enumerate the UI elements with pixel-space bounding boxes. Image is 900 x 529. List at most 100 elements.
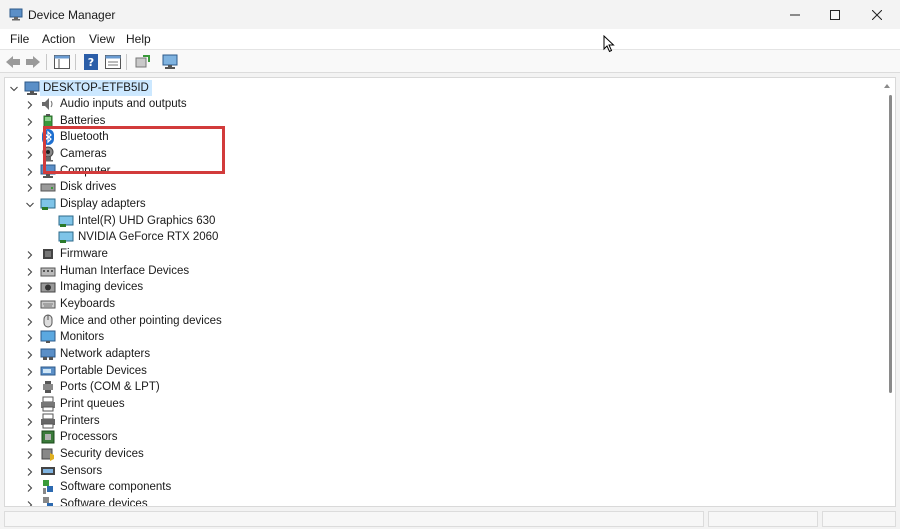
chevron-right-icon[interactable] bbox=[25, 250, 35, 260]
root-computer-icon bbox=[24, 81, 40, 95]
help-button[interactable]: ? bbox=[82, 53, 100, 71]
scan-hardware-icon bbox=[162, 54, 178, 69]
display-adapter-icon bbox=[58, 215, 74, 227]
window-title: Device Manager bbox=[28, 8, 116, 22]
tree-category-20[interactable]: Sensors bbox=[60, 463, 102, 479]
tree-category-13[interactable]: Network adapters bbox=[60, 346, 150, 362]
chevron-right-icon[interactable] bbox=[25, 383, 35, 393]
tree-category-6[interactable]: Display adapters bbox=[60, 196, 146, 212]
chevron-right-icon[interactable] bbox=[25, 117, 35, 127]
tree-device-6-0[interactable]: Intel(R) UHD Graphics 630 bbox=[78, 213, 215, 229]
forward-button[interactable] bbox=[24, 53, 42, 71]
tree-category-22[interactable]: Software devices bbox=[60, 496, 148, 506]
disk-drive-icon bbox=[40, 183, 56, 192]
tree-category-21[interactable]: Software components bbox=[60, 479, 171, 495]
tree-device-6-1[interactable]: NVIDIA GeForce RTX 2060 bbox=[78, 229, 218, 245]
chevron-right-icon[interactable] bbox=[25, 450, 35, 460]
tree-category-14[interactable]: Portable Devices bbox=[60, 363, 147, 379]
portable-device-icon bbox=[40, 366, 56, 376]
forward-arrow-icon bbox=[26, 56, 40, 68]
tree-category-17[interactable]: Printers bbox=[60, 413, 100, 429]
scroll-up-icon[interactable] bbox=[882, 81, 892, 91]
chevron-right-icon[interactable] bbox=[25, 433, 35, 443]
chevron-right-icon[interactable] bbox=[25, 133, 35, 143]
chevron-right-icon[interactable] bbox=[25, 167, 35, 177]
tree-category-0[interactable]: Audio inputs and outputs bbox=[60, 96, 187, 112]
tree-root-label[interactable]: DESKTOP-ETFB5ID bbox=[40, 79, 152, 96]
maximize-icon bbox=[830, 9, 840, 20]
chevron-right-icon[interactable] bbox=[25, 317, 35, 327]
chevron-down-icon[interactable] bbox=[9, 84, 19, 94]
update-driver-icon bbox=[135, 55, 150, 68]
security-device-icon bbox=[41, 448, 54, 462]
software-component-icon bbox=[43, 480, 53, 495]
keyboard-icon bbox=[40, 300, 56, 309]
chevron-right-icon[interactable] bbox=[25, 367, 35, 377]
tree-category-12[interactable]: Monitors bbox=[60, 329, 104, 345]
firmware-icon bbox=[43, 249, 53, 260]
tree-category-19[interactable]: Security devices bbox=[60, 446, 144, 462]
properties-icon bbox=[105, 55, 121, 69]
print-queue-icon bbox=[41, 396, 55, 412]
chevron-right-icon[interactable] bbox=[25, 150, 35, 160]
port-icon bbox=[43, 381, 53, 394]
menu-bar: File Action View Help bbox=[0, 29, 900, 49]
tree-category-5[interactable]: Disk drives bbox=[60, 179, 116, 195]
title-bar: Device Manager bbox=[0, 0, 900, 29]
help-icon: ? bbox=[84, 54, 98, 70]
tree-category-8[interactable]: Human Interface Devices bbox=[60, 263, 189, 279]
chevron-right-icon[interactable] bbox=[25, 333, 35, 343]
chevron-right-icon[interactable] bbox=[25, 267, 35, 277]
show-hide-console-tree-button[interactable] bbox=[53, 53, 71, 71]
chevron-down-icon[interactable] bbox=[25, 200, 35, 210]
menu-view[interactable]: View bbox=[89, 32, 115, 46]
tree-category-15[interactable]: Ports (COM & LPT) bbox=[60, 379, 160, 395]
status-cell-tertiary bbox=[822, 511, 896, 527]
console-tree-icon bbox=[54, 55, 70, 69]
highlight-box bbox=[43, 126, 225, 174]
tree-category-9[interactable]: Imaging devices bbox=[60, 279, 143, 295]
imaging-icon bbox=[40, 282, 56, 293]
chevron-right-icon[interactable] bbox=[25, 283, 35, 293]
toolbar: ? bbox=[0, 49, 900, 73]
chevron-right-icon[interactable] bbox=[25, 467, 35, 477]
chevron-right-icon[interactable] bbox=[25, 400, 35, 410]
mouse-cursor-icon bbox=[603, 35, 615, 53]
back-arrow-icon bbox=[6, 56, 20, 68]
display-adapter-icon bbox=[58, 231, 74, 244]
processor-icon bbox=[41, 430, 55, 444]
minimize-icon bbox=[790, 14, 800, 15]
update-driver-button[interactable] bbox=[133, 53, 151, 71]
menu-action[interactable]: Action bbox=[42, 32, 75, 46]
chevron-right-icon[interactable] bbox=[25, 183, 35, 193]
scan-hardware-button[interactable] bbox=[161, 53, 179, 71]
tree-category-10[interactable]: Keyboards bbox=[60, 296, 115, 312]
menu-file[interactable]: File bbox=[10, 32, 29, 46]
status-bar bbox=[0, 508, 900, 529]
chevron-right-icon[interactable] bbox=[25, 483, 35, 493]
chevron-right-icon[interactable] bbox=[25, 417, 35, 427]
chevron-right-icon[interactable] bbox=[25, 300, 35, 310]
tree-category-7[interactable]: Firmware bbox=[60, 246, 108, 262]
display-adapter-icon bbox=[40, 198, 56, 211]
maximize-button[interactable] bbox=[812, 0, 858, 29]
chevron-right-icon[interactable] bbox=[25, 500, 35, 507]
speaker-icon bbox=[42, 98, 53, 111]
properties-button[interactable] bbox=[104, 53, 122, 71]
menu-help[interactable]: Help bbox=[126, 32, 151, 46]
tree-category-18[interactable]: Processors bbox=[60, 429, 118, 445]
chevron-right-icon[interactable] bbox=[25, 100, 35, 110]
chevron-right-icon[interactable] bbox=[25, 350, 35, 360]
status-cell-secondary bbox=[708, 511, 818, 527]
svg-text:?: ? bbox=[88, 56, 94, 69]
status-cell-main bbox=[4, 511, 704, 527]
mouse-icon bbox=[43, 314, 53, 328]
scroll-thumb[interactable] bbox=[889, 95, 892, 393]
network-adapter-icon bbox=[40, 348, 56, 361]
tree-category-16[interactable]: Print queues bbox=[60, 396, 125, 412]
close-button[interactable] bbox=[854, 0, 900, 29]
tree-category-11[interactable]: Mice and other pointing devices bbox=[60, 313, 222, 329]
sensor-icon bbox=[41, 466, 55, 475]
printer-icon bbox=[41, 413, 55, 429]
back-button[interactable] bbox=[4, 53, 22, 71]
